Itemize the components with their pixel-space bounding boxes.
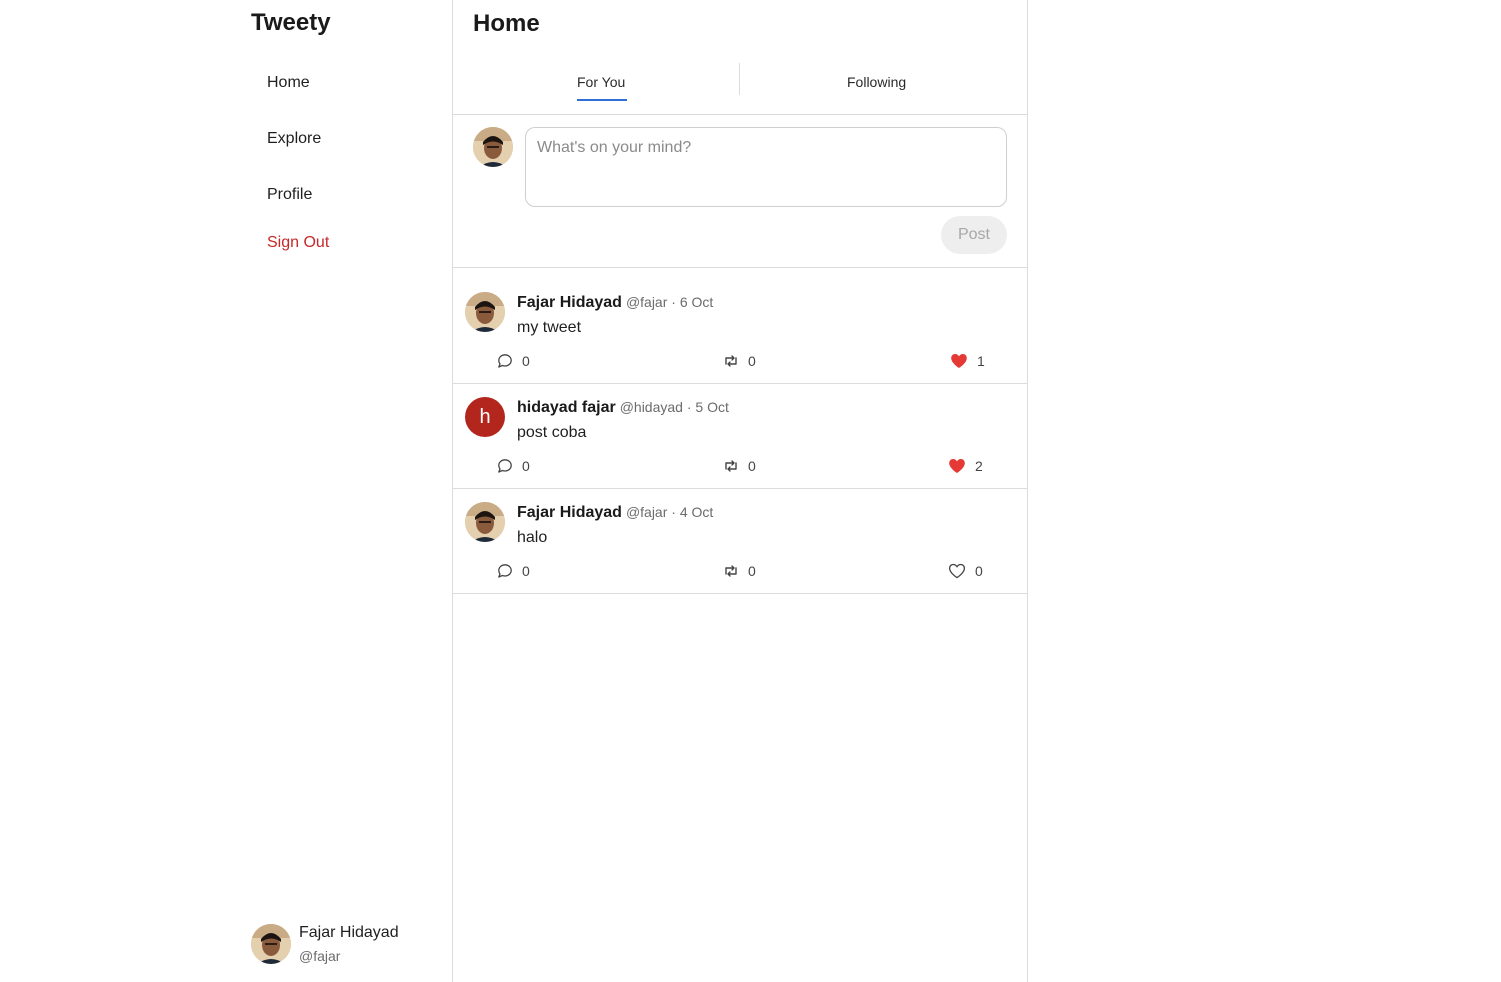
tweet-composer: Post	[453, 115, 1027, 268]
reply-icon	[498, 459, 512, 473]
tweet-text: my tweet	[517, 319, 582, 336]
tweet-author-name[interactable]: hidayad fajar	[517, 399, 616, 416]
avatar-photo-icon	[465, 292, 505, 332]
app-logo[interactable]: Tweety	[251, 9, 331, 37]
like-count: 0	[975, 563, 983, 579]
like-count: 1	[977, 353, 985, 369]
heart-filled-icon	[951, 354, 967, 368]
like-button[interactable]: 1	[950, 353, 985, 369]
nav-explore[interactable]: Explore	[267, 130, 321, 148]
tweet-author-name[interactable]: Fajar Hidayad	[517, 294, 622, 311]
repost-count: 0	[748, 353, 756, 369]
tweet-author-name[interactable]: Fajar Hidayad	[517, 504, 622, 521]
current-user-avatar	[251, 924, 291, 964]
repost-button[interactable]: 0	[723, 353, 756, 369]
current-user-handle: @fajar	[299, 948, 341, 964]
feed-tabs: For You Following	[453, 58, 1027, 115]
tweet-text: post coba	[517, 424, 587, 441]
tab-for-you[interactable]: For You	[453, 58, 740, 114]
tweet-meta: @fajar · 4 Oct	[625, 504, 714, 520]
tweet-header: Fajar Hidayad @fajar · 6 Oct	[517, 294, 713, 312]
repost-count: 0	[748, 563, 756, 579]
repost-icon	[725, 355, 737, 367]
tab-following-label: Following	[847, 74, 907, 90]
tweet-actions: 0 0 2	[453, 458, 1027, 478]
current-user-name: Fajar Hidayad	[299, 924, 399, 941]
repost-icon	[725, 565, 737, 577]
heart-filled-icon	[949, 459, 965, 473]
tweet-author-avatar[interactable]	[465, 502, 505, 542]
tweet-feed: Fajar Hidayad @fajar · 6 Oct my tweet 0 0…	[453, 279, 1027, 594]
avatar-photo-icon	[473, 127, 513, 167]
tweet-actions: 0 0 0	[453, 563, 1027, 583]
like-count: 2	[975, 458, 983, 474]
reply-icon	[498, 564, 512, 578]
tweet-header: hidayad fajar @hidayad · 5 Oct	[517, 399, 729, 417]
composer-avatar	[473, 127, 513, 167]
tweet-meta: @hidayad · 5 Oct	[619, 399, 729, 415]
reply-count: 0	[522, 353, 530, 369]
sign-out-link[interactable]: Sign Out	[267, 234, 329, 252]
page-title: Home	[473, 10, 540, 37]
current-user-card[interactable]: Fajar Hidayad @fajar	[251, 924, 399, 964]
tab-for-you-label: For You	[577, 74, 626, 90]
active-tab-indicator	[577, 99, 627, 101]
reply-button[interactable]: 0	[497, 353, 530, 369]
composer-input[interactable]	[525, 127, 1007, 207]
tweet-item[interactable]: h hidayad fajar @hidayad · 5 Oct post cob…	[453, 384, 1027, 489]
avatar-photo-icon	[465, 502, 505, 542]
tweet-actions: 0 0 1	[453, 353, 1027, 373]
repost-button[interactable]: 0	[723, 458, 756, 474]
avatar-photo-icon	[251, 924, 291, 964]
reply-button[interactable]: 0	[497, 458, 530, 474]
post-button[interactable]: Post	[941, 216, 1007, 254]
tweet-text: halo	[517, 529, 548, 546]
reply-count: 0	[522, 563, 530, 579]
nav-home[interactable]: Home	[267, 74, 310, 92]
tab-following[interactable]: Following	[740, 58, 1027, 114]
tweet-author-avatar[interactable]	[465, 292, 505, 332]
sidebar: Tweety Home Explore Profile Sign Out Faj…	[0, 0, 452, 982]
reply-count: 0	[522, 458, 530, 474]
tweet-header: Fajar Hidayad @fajar · 4 Oct	[517, 504, 713, 522]
like-button[interactable]: 2	[948, 458, 983, 474]
heart-outline-icon	[948, 563, 966, 579]
like-button[interactable]: 0	[948, 563, 983, 579]
tweet-author-avatar[interactable]: h	[465, 397, 505, 437]
main-column: Home For You Following Post	[452, 0, 1028, 982]
tweet-meta: @fajar · 6 Oct	[625, 294, 714, 310]
repost-icon	[725, 460, 737, 472]
reply-icon	[498, 354, 512, 368]
reply-button[interactable]: 0	[497, 563, 530, 579]
nav-profile[interactable]: Profile	[267, 186, 312, 204]
tweet-item[interactable]: Fajar Hidayad @fajar · 4 Oct halo 0 0 0	[453, 489, 1027, 594]
repost-count: 0	[748, 458, 756, 474]
repost-button[interactable]: 0	[723, 563, 756, 579]
tweet-item[interactable]: Fajar Hidayad @fajar · 6 Oct my tweet 0 0…	[453, 279, 1027, 384]
